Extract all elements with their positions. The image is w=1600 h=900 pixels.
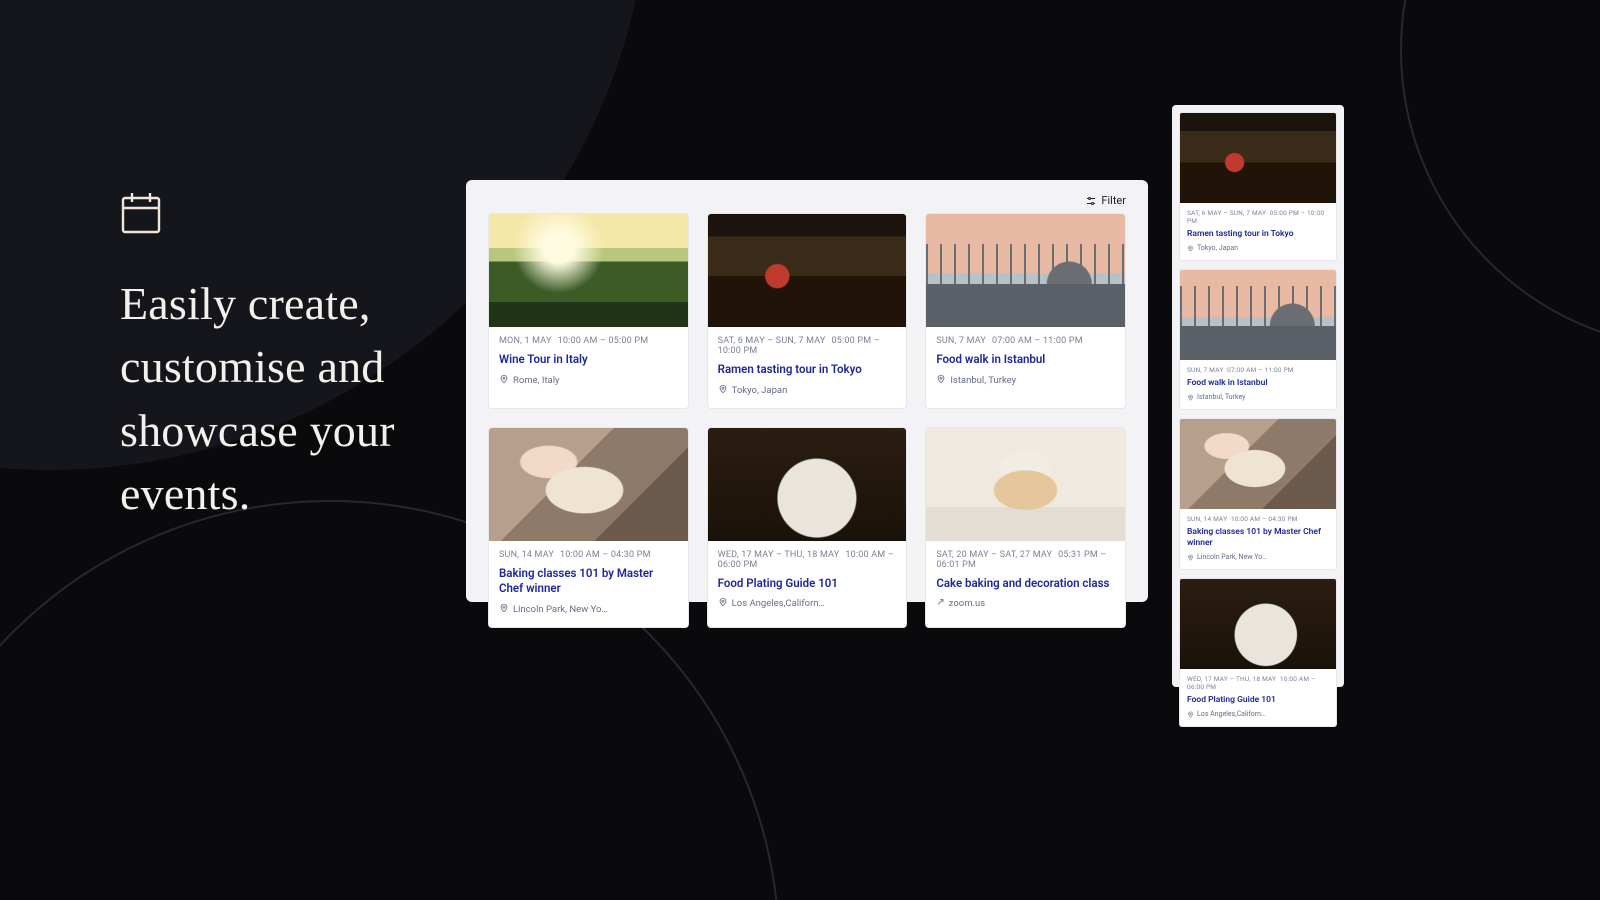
link-icon: ↗ — [936, 598, 944, 609]
event-title: Baking classes 101 by Master Chef winner — [499, 566, 678, 597]
filter-icon — [1085, 195, 1097, 207]
event-thumbnail — [926, 428, 1125, 541]
event-title: Ramen tasting tour in Tokyo — [718, 362, 897, 378]
event-location: Tokyo, Japan — [718, 384, 897, 397]
event-datetime: SAT, 6 MAY – SUN, 7 MAY05:00 PM – 10:00 … — [718, 336, 897, 356]
event-card[interactable]: WED, 17 MAY – THU, 18 MAY10:00 AM – 06:0… — [707, 427, 908, 628]
event-location: Los Angeles,Californ… — [718, 597, 897, 610]
event-datetime: SAT, 6 MAY – SUN, 7 MAY 05:00 PM – 10:00… — [1187, 209, 1329, 225]
event-location: Istanbul, Turkey — [1187, 393, 1329, 401]
event-title: Wine Tour in Italy — [499, 352, 678, 368]
event-thumbnail — [1180, 579, 1336, 669]
events-panel-mobile: SAT, 6 MAY – SUN, 7 MAY 05:00 PM – 10:00… — [1172, 105, 1344, 687]
event-thumbnail — [1180, 419, 1336, 509]
event-thumbnail — [489, 428, 688, 541]
event-datetime: WED, 17 MAY – THU, 18 MAY 10:00 AM – 06:… — [1187, 675, 1329, 691]
pin-icon — [936, 374, 946, 384]
filter-label: Filter — [1101, 194, 1126, 207]
event-location: ↗ zoom.us — [936, 597, 1115, 609]
events-panel-desktop: Filter MON, 1 MAY10:00 AM – 05:00 PM Win… — [466, 180, 1148, 602]
pin-icon — [718, 597, 728, 607]
event-card[interactable]: MON, 1 MAY10:00 AM – 05:00 PM Wine Tour … — [488, 213, 689, 409]
event-thumbnail — [489, 214, 688, 327]
event-card[interactable]: WED, 17 MAY – THU, 18 MAY 10:00 AM – 06:… — [1179, 578, 1337, 727]
event-datetime: WED, 17 MAY – THU, 18 MAY10:00 AM – 06:0… — [718, 550, 897, 570]
event-location: Lincoln Park, New Yo… — [499, 603, 678, 616]
event-location: Tokyo, Japan — [1187, 244, 1329, 252]
event-location: Los Angeles,Californ… — [1187, 710, 1329, 718]
event-datetime: SAT, 20 MAY – SAT, 27 MAY05:31 PM – 06:0… — [936, 550, 1115, 570]
event-card[interactable]: SUN, 14 MAY 10:00 AM – 04:30 PM Baking c… — [1179, 418, 1337, 570]
event-title: Food walk in Istanbul — [936, 352, 1115, 368]
event-title: Ramen tasting tour in Tokyo — [1187, 229, 1329, 240]
pin-icon — [1187, 245, 1194, 252]
pin-icon — [718, 384, 728, 394]
event-card[interactable]: SAT, 6 MAY – SUN, 7 MAY05:00 PM – 10:00 … — [707, 213, 908, 409]
event-location: Lincoln Park, New Yo… — [1187, 553, 1329, 561]
event-card[interactable]: SAT, 6 MAY – SUN, 7 MAY 05:00 PM – 10:00… — [1179, 112, 1337, 261]
event-title: Food Plating Guide 101 — [1187, 695, 1329, 706]
decorative-ring — [1400, 0, 1600, 350]
pin-icon — [499, 374, 509, 384]
event-card[interactable]: SUN, 14 MAY10:00 AM – 04:30 PM Baking cl… — [488, 427, 689, 628]
pin-icon — [1187, 394, 1194, 401]
hero-headline: Easily create, customise and showcase yo… — [120, 272, 440, 526]
event-card[interactable]: SAT, 20 MAY – SAT, 27 MAY05:31 PM – 06:0… — [925, 427, 1126, 628]
event-title: Food Plating Guide 101 — [718, 576, 897, 592]
event-thumbnail — [708, 428, 907, 541]
pin-icon — [499, 603, 509, 613]
pin-icon — [1187, 711, 1194, 718]
event-thumbnail — [926, 214, 1125, 327]
event-datetime: SUN, 14 MAY 10:00 AM – 04:30 PM — [1187, 515, 1329, 523]
event-location: Istanbul, Turkey — [936, 374, 1115, 387]
event-datetime: SUN, 14 MAY10:00 AM – 04:30 PM — [499, 550, 678, 560]
hero: Easily create, customise and showcase yo… — [120, 190, 440, 526]
event-thumbnail — [708, 214, 907, 327]
event-title: Food walk in Istanbul — [1187, 378, 1329, 389]
pin-icon — [1187, 554, 1194, 561]
event-thumbnail — [1180, 270, 1336, 360]
event-title: Cake baking and decoration class — [936, 576, 1115, 592]
calendar-icon — [120, 190, 440, 236]
filter-button[interactable]: Filter — [1085, 194, 1126, 207]
event-title: Baking classes 101 by Master Chef winner — [1187, 527, 1329, 549]
event-card[interactable]: SUN, 7 MAY07:00 AM – 11:00 PM Food walk … — [925, 213, 1126, 409]
event-card[interactable]: SUN, 7 MAY 07:00 AM – 11:00 PM Food walk… — [1179, 269, 1337, 410]
event-datetime: SUN, 7 MAY07:00 AM – 11:00 PM — [936, 336, 1115, 346]
event-location: Rome, Italy — [499, 374, 678, 387]
event-datetime: MON, 1 MAY10:00 AM – 05:00 PM — [499, 336, 678, 346]
event-thumbnail — [1180, 113, 1336, 203]
event-datetime: SUN, 7 MAY 07:00 AM – 11:00 PM — [1187, 366, 1329, 374]
